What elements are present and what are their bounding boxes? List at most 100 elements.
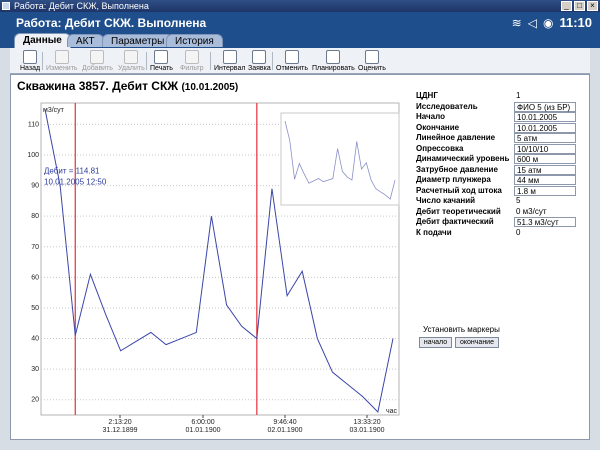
y-tick-label: 30 [31, 366, 39, 373]
param-row: Начало 10.01.2005 12:50 [416, 112, 586, 131]
param-value: 0 м3/сут [514, 206, 576, 217]
param-value[interactable]: 5 атм [514, 133, 576, 143]
param-value[interactable]: 10.01.2005 12:50 [514, 112, 576, 131]
param-label: Динамический уровень [416, 154, 510, 163]
back-arrow-icon [23, 50, 38, 64]
param-value[interactable]: 15 атм [514, 164, 576, 175]
toolbar-divider [272, 52, 273, 70]
maximize-icon[interactable]: □ [574, 1, 585, 11]
param-row: Затрубное давление 15 атм [416, 164, 586, 176]
sound-icon[interactable]: ◁ [528, 16, 537, 30]
document-add-icon [90, 50, 105, 64]
y-tick-label: 40 [31, 336, 39, 343]
delete-label: Удалить [118, 65, 145, 72]
param-label: Дебит теоретический [416, 206, 501, 216]
delete-button[interactable]: Удалить [118, 50, 145, 72]
back-button[interactable]: Назад [20, 50, 40, 72]
param-row: Исследователь ФИО 5 (из БР) [416, 101, 586, 113]
tab-parameters[interactable]: Параметры [102, 34, 174, 47]
y-tick-label: 20 [31, 397, 39, 404]
page-title: Работа: Дебит СКЖ. Выполнена [16, 16, 207, 30]
print-button[interactable]: Печать [150, 50, 173, 72]
filter-button[interactable]: Фильтр [180, 50, 204, 72]
window-title: Работа: Дебит СКЖ, Выполнена [14, 1, 149, 11]
x-tick-date: 02.01.1900 [267, 427, 302, 434]
param-value[interactable]: 10/10/10 [514, 143, 576, 154]
param-value[interactable]: 600 м [514, 154, 576, 164]
param-row: Дебит теоретический 0 м3/сут [416, 206, 586, 218]
minimize-icon[interactable]: _ [561, 1, 572, 11]
print-label: Печать [150, 65, 173, 72]
param-value[interactable]: 1.8 м [514, 185, 576, 196]
marker-value-label: Дебит = 114.81 [44, 166, 100, 175]
param-value[interactable]: 10.01.2005 12:50 [514, 122, 576, 142]
y-tick-label: 110 [28, 121, 39, 128]
param-label: Дебит фактический [416, 217, 494, 226]
signal-icon[interactable]: ≋ [512, 16, 522, 30]
document-icon [252, 50, 267, 64]
param-value[interactable]: 51.3 м3/сут [514, 217, 576, 227]
x-tick-time: 2:13:20 [108, 419, 131, 426]
param-row: Диаметр плунжера 44 мм [416, 175, 586, 186]
well-title: Скважина 3857. Дебит СКЖ [17, 79, 179, 93]
power-icon[interactable]: ◉ [543, 16, 553, 30]
plan-label: Планировать [312, 65, 355, 72]
marker-date-label: 10.01.2005 12:50 [44, 177, 107, 186]
param-value[interactable]: 44 мм [514, 175, 576, 185]
toolbar-divider [42, 52, 43, 70]
request-button[interactable]: Заявка [248, 50, 271, 72]
x-tick-time: 6:00:00 [191, 419, 214, 426]
back-label: Назад [20, 65, 41, 72]
interval-label: Интервал [214, 65, 246, 72]
x-tick-time: 13:33:20 [353, 419, 380, 426]
param-label: Число качаний [416, 196, 476, 205]
param-label: ЦДНГ [416, 91, 438, 100]
param-row: Динамический уровень 600 м [416, 154, 586, 165]
tab-history[interactable]: История [166, 34, 223, 47]
pencil-icon [54, 50, 69, 64]
rate-button[interactable]: Оценить [358, 50, 386, 72]
well-date: (10.01.2005) [181, 82, 239, 93]
param-label: Исследователь [416, 101, 478, 111]
param-label: Затрубное давление [416, 164, 498, 174]
marker-start-button[interactable]: начало [419, 337, 452, 348]
y-tick-label: 70 [31, 244, 39, 251]
param-value[interactable]: ФИО 5 (из БР) [514, 101, 576, 112]
toolbar: Назад Изменить Добавить Удалить Печать Ф… [10, 48, 590, 74]
cancel-document-icon [285, 50, 299, 64]
param-row: К подачи 0 [416, 227, 586, 239]
printer-icon [154, 50, 169, 64]
x-tick-date: 01.01.1900 [185, 427, 220, 434]
clock: 11:10 [559, 15, 592, 30]
interval-button[interactable]: Интервал [214, 50, 245, 72]
app-icon [2, 2, 10, 10]
param-label: Линейное давление [416, 133, 496, 142]
y-tick-label: 80 [31, 213, 39, 220]
debit-chart[interactable]: 20 30 40 50 60 70 80 90 100 110 2:13:2031.12.1899 6… [19, 101, 411, 435]
param-value: 0 [514, 227, 576, 238]
cancel-button[interactable]: Отменить [276, 50, 308, 72]
param-label: Расчетный ход штока [416, 185, 502, 195]
y-tick-label: 60 [31, 274, 39, 281]
param-row: Число качаний 5 [416, 196, 586, 207]
rating-icon [364, 50, 379, 64]
x-tick-date: 03.01.1900 [349, 427, 384, 434]
param-row: Линейное давление 5 атм [416, 133, 586, 144]
param-value: 5 [514, 196, 576, 206]
parameters-panel: ЦДНГ 1 Исследователь ФИО 5 (из БР) Начало 10.… [416, 91, 586, 238]
plan-button[interactable]: Планировать [312, 50, 355, 72]
toolbar-divider [146, 52, 147, 70]
close-icon[interactable]: × [587, 1, 598, 11]
rate-label: Оценить [358, 65, 386, 72]
param-row: Расчетный ход штока 1.8 м [416, 185, 586, 197]
param-label: Опрессовка [416, 143, 464, 153]
marker-end-button[interactable]: окончание [455, 337, 499, 348]
edit-button[interactable]: Изменить [46, 50, 78, 72]
y-tick-label: 50 [31, 305, 39, 312]
add-button[interactable]: Добавить [82, 50, 113, 72]
window-titlebar: Работа: Дебит СКЖ, Выполнена _ □ × [0, 0, 600, 12]
calendar-icon [326, 50, 341, 64]
tab-data[interactable]: Данные [14, 33, 71, 48]
param-row: ЦДНГ 1 [416, 91, 586, 102]
tab-act[interactable]: АКТ [67, 34, 104, 47]
